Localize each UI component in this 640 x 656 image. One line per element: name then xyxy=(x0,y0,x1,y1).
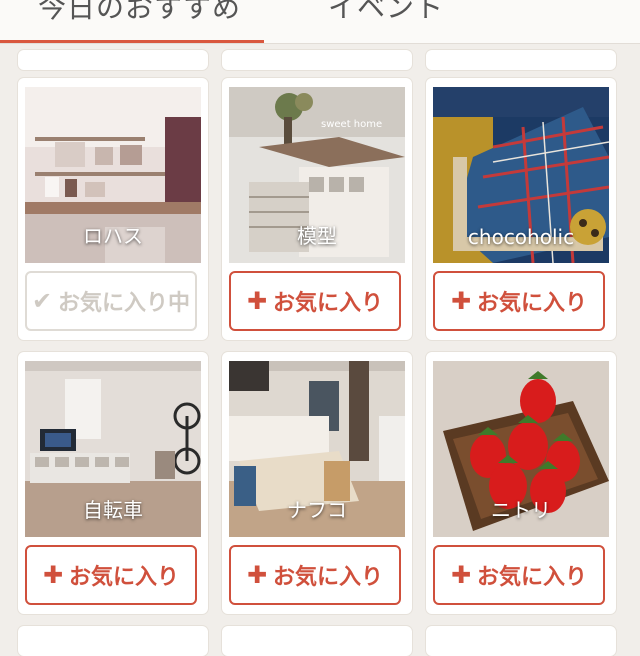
favorite-button-label: お気に入り xyxy=(273,565,384,590)
plus-icon: ✚ xyxy=(246,561,268,589)
favorite-button-label: お気に入り xyxy=(477,291,588,316)
tag-card-partial xyxy=(222,50,412,70)
tag-card-nitori: ニトリ ✚ お気に入り xyxy=(426,352,616,614)
tag-card-partial xyxy=(222,626,412,656)
favorite-button-label: お気に入り中 xyxy=(58,291,191,316)
tag-thumbnail[interactable]: ナフコ xyxy=(229,361,405,537)
tag-thumbnail[interactable]: ロハス xyxy=(25,87,201,263)
favorite-button-label: お気に入り xyxy=(273,291,384,316)
tag-card-partial xyxy=(18,626,208,656)
favorite-button-label: お気に入り xyxy=(69,565,180,590)
tag-card-partial xyxy=(426,50,616,70)
tag-thumbnail[interactable]: ニトリ xyxy=(433,361,609,537)
favorite-button[interactable]: ✚ お気に入り xyxy=(229,271,401,331)
favorite-button-label: お気に入り xyxy=(477,565,588,590)
tag-name: chocoholic xyxy=(467,225,575,249)
tag-name: 自転車 xyxy=(83,498,143,522)
favorite-button[interactable]: ✚ お気に入り xyxy=(433,271,605,331)
tag-name: ナフコ xyxy=(287,498,347,522)
favorite-button[interactable]: ✚ お気に入り xyxy=(25,545,197,605)
favorite-button[interactable]: ✔ お気に入り中 xyxy=(25,271,197,331)
tag-card-chocoholic: chocoholic ✚ お気に入り xyxy=(426,78,616,340)
plus-icon: ✚ xyxy=(450,561,472,589)
tag-card-nafco: ナフコ ✚ お気に入り xyxy=(222,352,412,614)
plus-icon: ✚ xyxy=(42,561,64,589)
plus-icon: ✚ xyxy=(450,287,472,315)
photo-caption: sweet home xyxy=(321,119,382,130)
favorite-button[interactable]: ✚ お気に入り xyxy=(229,545,401,605)
tag-thumbnail[interactable]: chocoholic xyxy=(433,87,609,263)
tag-card-bicycle: 自転車 ✚ お気に入り xyxy=(18,352,208,614)
tag-card-mokei: sweet home 模型 ✚ お気に入り xyxy=(222,78,412,340)
tag-grid: ロハス ✔ お気に入り中 sweet home 模型 ✚ お気に入り choco… xyxy=(0,0,640,656)
tag-thumbnail[interactable]: 自転車 xyxy=(25,361,201,537)
tag-card-lohas: ロハス ✔ お気に入り中 xyxy=(18,78,208,340)
tag-card-partial xyxy=(426,626,616,656)
tag-name: 模型 xyxy=(297,224,337,248)
plus-icon: ✚ xyxy=(246,287,268,315)
tag-thumbnail[interactable]: sweet home 模型 xyxy=(229,87,405,263)
favorite-button[interactable]: ✚ お気に入り xyxy=(433,545,605,605)
check-icon: ✔ xyxy=(31,287,53,315)
tag-name: ニトリ xyxy=(491,498,551,522)
tag-card-partial xyxy=(18,50,208,70)
tag-name: ロハス xyxy=(83,224,143,248)
